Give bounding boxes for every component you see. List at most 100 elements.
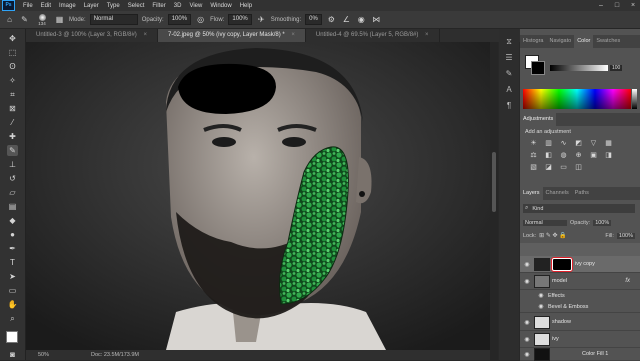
levels-icon[interactable]: ▥ <box>543 139 554 148</box>
quick-mask-icon[interactable]: ◙ <box>7 349 18 360</box>
blend-mode-dropdown[interactable]: Normal <box>523 219 567 226</box>
layer-mask-thumbnail[interactable] <box>552 257 572 271</box>
layer-row-ivy-copy[interactable]: ◉ ivy copy <box>520 256 640 273</box>
layer-row-color-fill[interactable]: ◉ Color Fill 1 <box>520 347 640 361</box>
angle-icon[interactable]: ∠ <box>341 14 352 25</box>
crop-tool-icon[interactable]: ⌗ <box>7 89 18 100</box>
home-icon[interactable]: ⌂ <box>4 14 15 25</box>
menu-image[interactable]: Image <box>55 3 80 9</box>
brush-settings-icon[interactable]: ▦ <box>54 14 65 25</box>
tab-swatches[interactable]: Swatches <box>593 35 623 48</box>
grayscale-ramp[interactable] <box>632 89 637 109</box>
layer-row-shadow[interactable]: ◉ shadow <box>520 314 640 331</box>
layer-name[interactable]: ivy copy <box>575 261 595 267</box>
vibrance-icon[interactable]: ▽ <box>588 139 599 148</box>
brush-preset-picker[interactable]: 134 <box>34 13 50 26</box>
layer-name[interactable]: ivy <box>552 336 559 342</box>
stamp-tool-icon[interactable]: ⊥ <box>7 159 18 170</box>
tab-adjustments[interactable]: Adjustments <box>520 113 557 126</box>
visibility-eye-icon[interactable]: ◉ <box>520 336 534 343</box>
black-white-icon[interactable]: ◧ <box>543 151 554 160</box>
airbrush-icon[interactable]: ✈ <box>256 14 267 25</box>
hue-saturation-icon[interactable]: ▦ <box>603 139 614 148</box>
move-tool-icon[interactable]: ✥ <box>7 33 18 44</box>
dodge-tool-icon[interactable]: ● <box>7 229 18 240</box>
threshold-icon[interactable]: ◪ <box>543 163 554 172</box>
visibility-eye-icon[interactable]: ◉ <box>534 303 548 310</box>
close-icon[interactable]: × <box>291 32 295 38</box>
menu-filter[interactable]: Filter <box>148 3 169 9</box>
history-icon[interactable]: ⧖ <box>504 37 514 47</box>
tab-navigator[interactable]: Navigato <box>546 35 574 48</box>
close-icon[interactable]: × <box>425 32 429 38</box>
gradient-map-icon[interactable]: ▭ <box>558 163 569 172</box>
exposure-icon[interactable]: ◩ <box>573 139 584 148</box>
character-icon[interactable]: A <box>504 85 514 95</box>
pressure-size-icon[interactable]: ◉ <box>356 14 367 25</box>
mode-dropdown[interactable]: Normal <box>89 14 138 25</box>
smoothing-settings-icon[interactable]: ⚙ <box>326 14 337 25</box>
brightness-slider[interactable] <box>550 65 608 71</box>
tab-untitled-3[interactable]: Untitled-3 @ 100% (Layer 3, RGB/8#) × <box>26 29 158 42</box>
zoom-level[interactable]: 50% <box>26 352 49 358</box>
bevel-emboss-label[interactable]: Bevel & Emboss <box>548 304 588 310</box>
zoom-tool-icon[interactable]: ⌕ <box>7 313 18 324</box>
menu-3d[interactable]: 3D <box>170 3 186 9</box>
frame-tool-icon[interactable]: ⊠ <box>7 103 18 114</box>
symmetry-icon[interactable]: ⋈ <box>371 14 382 25</box>
tab-channels[interactable]: Channels <box>543 187 572 200</box>
visibility-eye-icon[interactable]: ◉ <box>520 261 534 268</box>
gradient-tool-icon[interactable]: ▤ <box>7 201 18 212</box>
fx-badge[interactable]: fx <box>625 278 630 284</box>
brush-tool-icon[interactable]: ✎ <box>19 14 30 25</box>
lasso-tool-icon[interactable]: ʘ <box>7 61 18 72</box>
menu-type[interactable]: Type <box>103 3 124 9</box>
color-value-field[interactable]: 100 <box>610 65 623 71</box>
fill-field[interactable]: 100% <box>616 232 635 239</box>
visibility-eye-icon[interactable]: ◉ <box>520 278 534 285</box>
smoothing-field[interactable]: 0% <box>305 14 322 25</box>
color-lookup-icon[interactable]: ▣ <box>588 151 599 160</box>
layer-opacity-field[interactable]: 100% <box>593 219 612 226</box>
menu-select[interactable]: Select <box>124 3 149 9</box>
menu-file[interactable]: File <box>19 3 37 9</box>
channel-mixer-icon[interactable]: ⊕ <box>573 151 584 160</box>
menu-help[interactable]: Help <box>236 3 256 9</box>
photo-canvas[interactable] <box>26 42 490 350</box>
close-icon[interactable]: × <box>143 32 147 38</box>
blur-tool-icon[interactable]: ◆ <box>7 215 18 226</box>
paragraph-icon[interactable]: ¶ <box>504 101 514 111</box>
opacity-field[interactable]: 100% <box>167 14 192 25</box>
history-brush-icon[interactable]: ↺ <box>7 173 18 184</box>
layer-filter-bar[interactable]: ⌕ Kind <box>523 204 635 213</box>
healing-tool-icon[interactable]: ✚ <box>7 131 18 142</box>
marquee-tool-icon[interactable]: ⬚ <box>7 47 18 58</box>
tab-untitled-4[interactable]: Untitled-4 @ 69.5% (Layer 5, RGB/8#) × <box>306 29 440 42</box>
layer-name[interactable]: model <box>552 278 567 284</box>
scrollbar-thumb[interactable] <box>492 152 496 212</box>
tab-7-02[interactable]: 7-02.jpeg @ 50% (ivy copy, Layer Mask/8)… <box>158 29 306 42</box>
menu-layer[interactable]: Layer <box>80 3 103 9</box>
properties-icon[interactable]: ☰ <box>504 53 514 63</box>
minimize-icon[interactable]: – <box>594 0 608 11</box>
quick-select-tool-icon[interactable]: ✧ <box>7 75 18 86</box>
eraser-tool-icon[interactable]: ▱ <box>7 187 18 198</box>
layer-row-ivy[interactable]: ◉ ivy <box>520 331 640 348</box>
visibility-eye-icon[interactable]: ◉ <box>520 319 534 326</box>
layer-name[interactable]: shadow <box>552 319 571 325</box>
menu-edit[interactable]: Edit <box>37 3 55 9</box>
pen-tool-icon[interactable]: ✒ <box>7 243 18 254</box>
brushes-icon[interactable]: ✎ <box>504 69 514 79</box>
invert-icon[interactable]: ◨ <box>603 151 614 160</box>
tab-paths[interactable]: Paths <box>572 187 592 200</box>
visibility-eye-icon[interactable]: ◉ <box>520 351 534 358</box>
layer-effects-row[interactable]: ◉ Effects <box>520 290 640 301</box>
document-canvas[interactable] <box>26 42 490 350</box>
maximize-icon[interactable]: □ <box>610 0 624 11</box>
visibility-eye-icon[interactable]: ◉ <box>534 292 548 299</box>
color-spectrum[interactable] <box>523 89 631 109</box>
brush-tool-icon[interactable]: ✎ <box>7 145 18 156</box>
photo-filter-icon[interactable]: ◍ <box>558 151 569 160</box>
color-background-swatch[interactable] <box>531 61 545 75</box>
lock-icon[interactable]: ⊞ ✎ ✥ 🔒 <box>539 232 567 239</box>
